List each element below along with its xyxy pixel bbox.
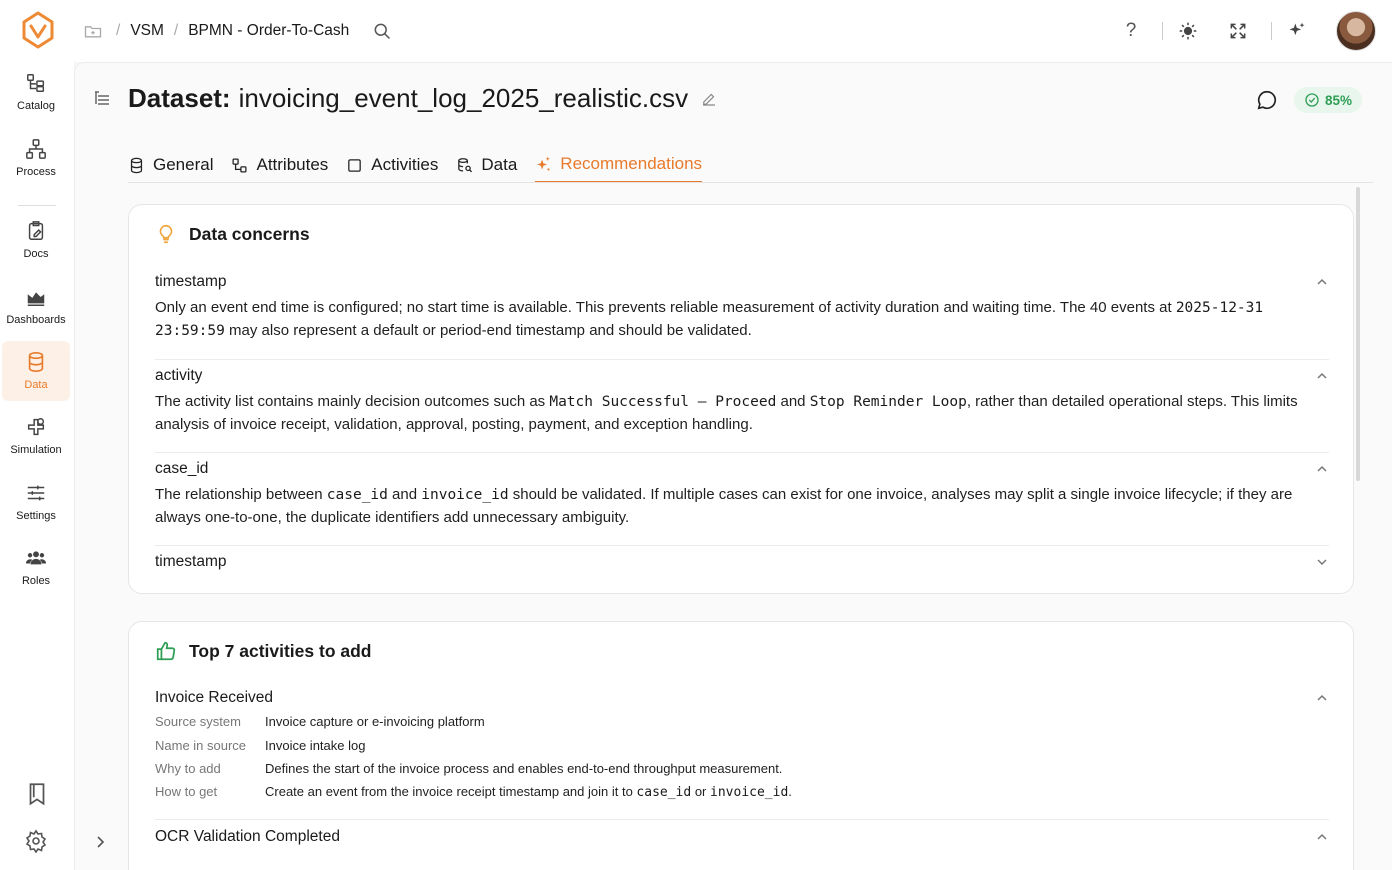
sidebar-item-catalog[interactable]: Catalog: [2, 62, 70, 122]
sliders-icon: [27, 485, 45, 501]
docs-icon: [28, 221, 44, 240]
sidebar-item-label: Dashboards: [6, 314, 66, 326]
square-icon: [348, 158, 362, 172]
chevron-up-icon[interactable]: [1315, 830, 1329, 844]
main-panel: Dataset: invoicing_event_log_2025_realis…: [74, 62, 1392, 870]
help-icon[interactable]: ?: [1118, 18, 1144, 44]
quality-score-badge[interactable]: 85%: [1294, 87, 1363, 113]
check-circle-icon: [1305, 93, 1319, 107]
folder-icon[interactable]: [80, 18, 106, 44]
user-avatar[interactable]: [1336, 11, 1376, 51]
concern-item[interactable]: case_id The relationship between case_id…: [155, 460, 1329, 529]
process-icon: [26, 139, 46, 159]
breadcrumb: / VSM / BPMN - Order-To-Cash: [80, 18, 395, 44]
app-logo-icon[interactable]: [18, 10, 58, 50]
top-actions: ?: [1118, 10, 1376, 52]
tab-data[interactable]: Data: [456, 147, 517, 183]
sidebar-item-label: Process: [16, 166, 56, 178]
sidebar-item-label: Settings: [16, 510, 56, 522]
sidebar-item-settings[interactable]: Settings: [2, 472, 70, 532]
database-search-icon: [458, 157, 473, 172]
theme-sun-icon[interactable]: [1175, 18, 1201, 44]
fullscreen-icon[interactable]: [1225, 18, 1251, 44]
page-title: Dataset: invoicing_event_log_2025_realis…: [128, 83, 718, 114]
chevron-down-icon[interactable]: [1315, 555, 1329, 569]
sidebar-item-label: Roles: [21, 575, 51, 587]
data-concerns-card: Data concerns timestamp Only an event en…: [128, 204, 1354, 594]
attributes-icon: [232, 157, 247, 173]
sidebar-item-label: Docs: [23, 248, 49, 260]
sidebar-item-dashboards[interactable]: Dashboards: [2, 276, 70, 336]
activity-why-row: Why to add Defines the start of the invoi…: [155, 761, 783, 776]
search-icon[interactable]: [369, 18, 395, 44]
top-bar: / VSM / BPMN - Order-To-Cash ?: [0, 0, 1392, 62]
concern-item[interactable]: activity The activity list contains main…: [155, 367, 1329, 436]
concern-item[interactable]: timestamp: [155, 553, 1329, 571]
sparkle-icon: [537, 156, 551, 171]
comment-icon[interactable]: [1256, 89, 1278, 111]
sidebar-item-label: Data: [24, 379, 48, 391]
outline-toggle-icon[interactable]: [93, 89, 111, 107]
bookmark-icon[interactable]: [24, 781, 50, 807]
tab-attributes[interactable]: Attributes: [231, 147, 328, 183]
card-title: Data concerns: [155, 223, 310, 245]
sidebar-item-simulation[interactable]: Simulation: [2, 406, 70, 466]
sidebar-item-process[interactable]: Process: [2, 128, 70, 188]
card-title: Top 7 activities to add: [155, 640, 372, 662]
users-icon: [25, 551, 47, 565]
activity-how-row: How to get Create an event from the invoi…: [155, 784, 792, 800]
sidebar-item-label: Simulation: [10, 444, 62, 456]
scrollbar-thumb[interactable]: [1356, 187, 1360, 481]
breadcrumb-item-process[interactable]: BPMN - Order-To-Cash: [188, 22, 349, 40]
tab-general[interactable]: General: [128, 147, 213, 183]
dataset-name: invoicing_event_log_2025_realistic.csv: [238, 83, 689, 113]
chevron-up-icon[interactable]: [1315, 369, 1329, 383]
database-icon: [28, 352, 44, 372]
tab-recommendations[interactable]: Recommendations: [535, 147, 703, 183]
tab-bar: General Attributes Activities Data Recom…: [128, 147, 703, 183]
thumbs-up-icon: [156, 641, 176, 661]
chevron-right-icon[interactable]: [93, 835, 107, 849]
sidebar-item-label: Catalog: [17, 100, 55, 112]
sidebar-item-docs[interactable]: Docs: [2, 210, 70, 270]
tab-activities[interactable]: Activities: [346, 147, 438, 183]
concern-item[interactable]: timestamp Only an event end time is conf…: [155, 273, 1329, 342]
activity-item[interactable]: Invoice Received: [155, 689, 1329, 707]
simulation-icon: [27, 418, 45, 436]
sidebar-item-roles[interactable]: Roles: [2, 537, 70, 597]
gear-icon[interactable]: [24, 829, 50, 855]
chevron-up-icon[interactable]: [1315, 462, 1329, 476]
activity-source-row: Source system Invoice capture or e-invoic…: [155, 714, 485, 729]
edit-pencil-icon[interactable]: [700, 90, 718, 108]
database-icon: [130, 157, 143, 173]
ai-sparkle-icon[interactable]: [1284, 18, 1310, 44]
sidebar: Catalog Process Docs Dashboards Data Sim…: [0, 62, 74, 870]
activity-name-row: Name in source Invoice intake log: [155, 738, 366, 753]
catalog-icon: [27, 74, 45, 92]
breadcrumb-item-vsm[interactable]: VSM: [130, 22, 164, 40]
activities-to-add-card: Top 7 activities to add Invoice Received…: [128, 621, 1354, 870]
dashboards-icon: [27, 292, 45, 306]
chevron-up-icon[interactable]: [1315, 275, 1329, 289]
activity-item[interactable]: OCR Validation Completed: [155, 828, 1329, 846]
sidebar-item-data[interactable]: Data: [2, 341, 70, 401]
chevron-up-icon[interactable]: [1315, 691, 1329, 705]
lightbulb-icon: [159, 224, 173, 244]
